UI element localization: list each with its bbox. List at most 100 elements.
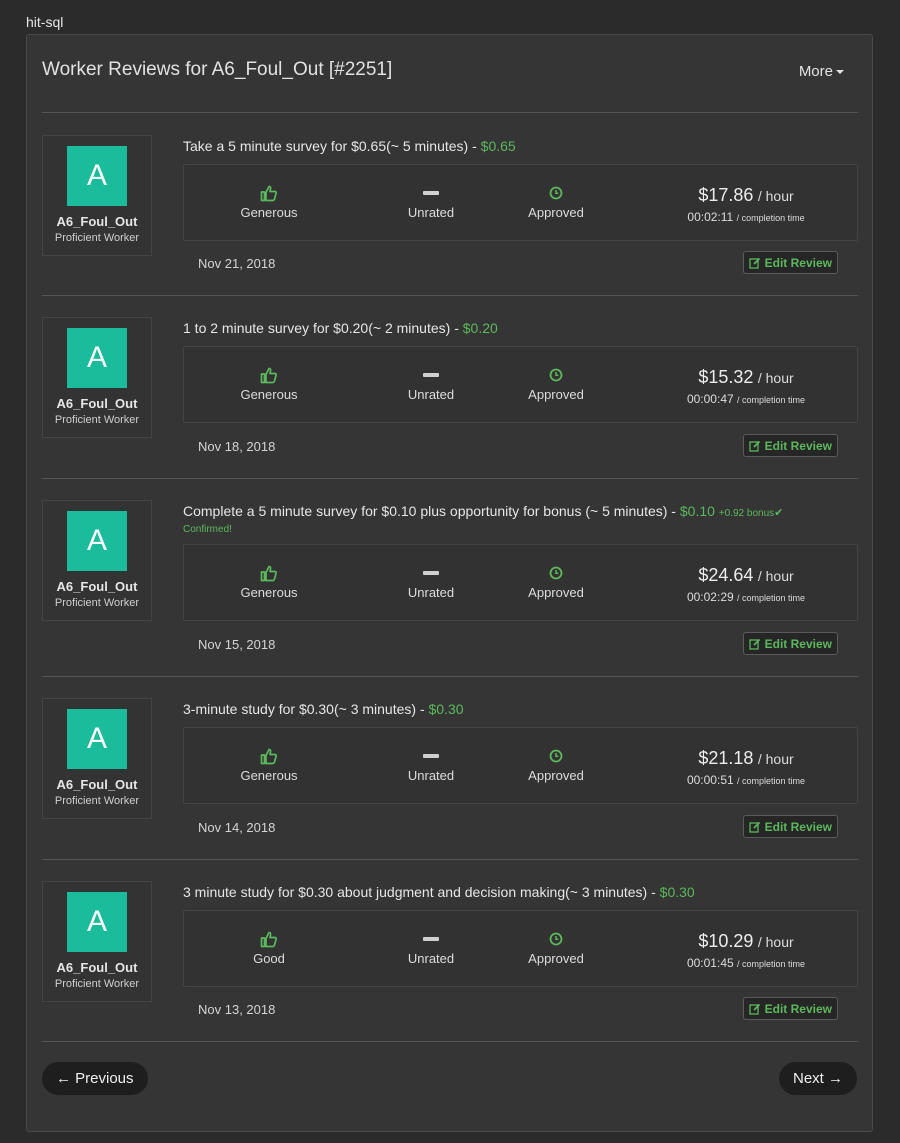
worker-name[interactable]: A6_Foul_Out xyxy=(43,579,151,594)
more-dropdown-button[interactable]: More xyxy=(799,63,844,80)
generosity-stat: Generous xyxy=(219,364,319,402)
worker-level: Proficient Worker xyxy=(54,795,140,807)
generosity-stat: Generous xyxy=(219,182,319,220)
completion-label: / completion time xyxy=(737,776,806,786)
hit-title: 1 to 2 minute survey for $0.20(~ 2 minut… xyxy=(183,319,853,337)
hit-title-text[interactable]: 1 to 2 minute survey for $0.20(~ 2 minut… xyxy=(183,320,450,336)
completion-time: 00:01:45 xyxy=(686,956,734,970)
reward: $0.20 xyxy=(462,320,498,336)
avatar: A xyxy=(67,709,127,769)
bonus-amount: +0.92 bonus xyxy=(718,508,775,519)
completion-time: 00:00:47 xyxy=(686,392,734,406)
status-label: Approved xyxy=(528,205,584,220)
edit-icon xyxy=(748,1003,760,1015)
review-date: Nov 15, 2018 xyxy=(198,637,276,652)
review-item: A A6_Foul_Out Proficient Worker Complete… xyxy=(42,479,858,677)
hourly-value: $21.18 xyxy=(698,748,754,768)
worker-name[interactable]: A6_Foul_Out xyxy=(43,396,151,411)
status-label: Approved xyxy=(528,768,584,783)
hit-title: 3-minute study for $0.30(~ 3 minutes) - … xyxy=(183,700,853,718)
worker-name[interactable]: A6_Foul_Out xyxy=(43,777,151,792)
hit-title-text[interactable]: Complete a 5 minute survey for $0.10 plu… xyxy=(183,503,667,519)
previous-page-button[interactable]: ← Previous xyxy=(42,1062,148,1095)
edit-review-label: Edit Review xyxy=(764,1001,832,1016)
worker-card: A A6_Foul_Out Proficient Worker xyxy=(42,317,152,438)
dash-icon xyxy=(381,928,481,950)
hit-title-text[interactable]: 3-minute study for $0.30(~ 3 minutes) xyxy=(183,701,416,717)
avatar: A xyxy=(67,146,127,206)
dash-icon xyxy=(381,562,481,584)
completion-label: / completion time xyxy=(737,593,806,603)
worker-level: Proficient Worker xyxy=(54,597,140,609)
generosity-label: Generous xyxy=(240,205,298,220)
dash-icon xyxy=(381,364,481,386)
review-stats: Good Unrated Approved $10.29 / hour 00:0… xyxy=(183,910,858,987)
completion-time: 00:02:11 xyxy=(687,210,734,224)
title-separator: - xyxy=(450,320,463,336)
status-stat: Approved xyxy=(506,562,606,600)
generosity-label: Generous xyxy=(240,585,298,600)
worker-card: A A6_Foul_Out Proficient Worker xyxy=(42,698,152,819)
clock-icon xyxy=(506,928,606,950)
hourly-rate: $15.32 / hour 00:00:47 / completion time xyxy=(681,367,811,406)
status-stat: Approved xyxy=(506,745,606,783)
worker-name[interactable]: A6_Foul_Out xyxy=(43,960,151,975)
worker-level: Proficient Worker xyxy=(54,414,140,426)
review-date: Nov 14, 2018 xyxy=(198,820,276,835)
hourly-rate: $17.86 / hour 00:02:11 / completion time xyxy=(681,185,811,224)
review-item: A A6_Foul_Out Proficient Worker 1 to 2 m… xyxy=(42,296,858,479)
next-page-button[interactable]: Next → xyxy=(778,1062,857,1095)
edit-review-button[interactable]: Edit Review xyxy=(742,251,838,274)
worker-card: A A6_Foul_Out Proficient Worker xyxy=(42,881,152,1002)
hit-title: 3 minute study for $0.30 about judgment … xyxy=(183,883,853,901)
thumbs-up-icon xyxy=(219,928,319,950)
generosity-label: Good xyxy=(253,951,285,966)
thumbs-up-icon xyxy=(219,364,319,386)
generosity-label: Generous xyxy=(240,387,298,402)
edit-review-button[interactable]: Edit Review xyxy=(742,997,838,1020)
bonus-status: Confirmed! xyxy=(183,524,232,535)
hourly-rate: $21.18 / hour 00:00:51 / completion time xyxy=(681,748,811,787)
hourly-value: $24.64 xyxy=(698,565,754,585)
hourly-value: $17.86 xyxy=(698,185,754,205)
panel-header: Worker Reviews for A6_Foul_Out [#2251] M… xyxy=(42,35,858,113)
pending-label: Unrated xyxy=(407,951,455,966)
status-label: Approved xyxy=(528,585,584,600)
title-separator: - xyxy=(667,503,680,519)
pending-stat: Unrated xyxy=(381,364,481,402)
review-item: A A6_Foul_Out Proficient Worker 3 minute… xyxy=(42,860,858,1042)
review-stats: Generous Unrated Approved $21.18 / hour … xyxy=(183,727,858,804)
title-separator: - xyxy=(647,884,660,900)
review-date: Nov 18, 2018 xyxy=(198,439,276,454)
clock-icon xyxy=(506,745,606,767)
status-label: Approved xyxy=(528,387,584,402)
hit-title-text[interactable]: Take a 5 minute survey for $0.65(~ 5 min… xyxy=(183,138,468,154)
worker-name[interactable]: A6_Foul_Out xyxy=(43,214,151,229)
reviews-panel: Worker Reviews for A6_Foul_Out [#2251] M… xyxy=(26,34,873,1132)
edit-review-button[interactable]: Edit Review xyxy=(742,434,838,457)
pending-label: Unrated xyxy=(407,585,455,600)
edit-icon xyxy=(748,638,760,650)
status-stat: Approved xyxy=(506,928,606,966)
edit-review-label: Edit Review xyxy=(764,819,832,834)
hourly-value: $15.32 xyxy=(698,367,754,387)
hit-title: Take a 5 minute survey for $0.65(~ 5 min… xyxy=(183,137,853,155)
edit-icon xyxy=(748,257,760,269)
pending-stat: Unrated xyxy=(381,182,481,220)
review-stats: Generous Unrated Approved $24.64 / hour … xyxy=(183,544,858,621)
status-label: Approved xyxy=(528,951,584,966)
hit-title-text[interactable]: 3 minute study for $0.30 about judgment … xyxy=(183,884,647,900)
generosity-stat: Generous xyxy=(219,562,319,600)
edit-review-button[interactable]: Edit Review xyxy=(742,632,838,655)
pending-stat: Unrated xyxy=(381,562,481,600)
edit-icon xyxy=(748,440,760,452)
edit-review-button[interactable]: Edit Review xyxy=(742,815,838,838)
title-separator: - xyxy=(468,138,481,154)
pending-stat: Unrated xyxy=(381,928,481,966)
hourly-unit: / hour xyxy=(757,751,794,767)
thumbs-up-icon xyxy=(219,562,319,584)
check-icon: ✔ xyxy=(774,507,784,519)
review-item: A A6_Foul_Out Proficient Worker Take a 5… xyxy=(42,114,858,296)
hit-title: Complete a 5 minute survey for $0.10 plu… xyxy=(183,502,853,537)
reward: $0.65 xyxy=(480,138,516,154)
